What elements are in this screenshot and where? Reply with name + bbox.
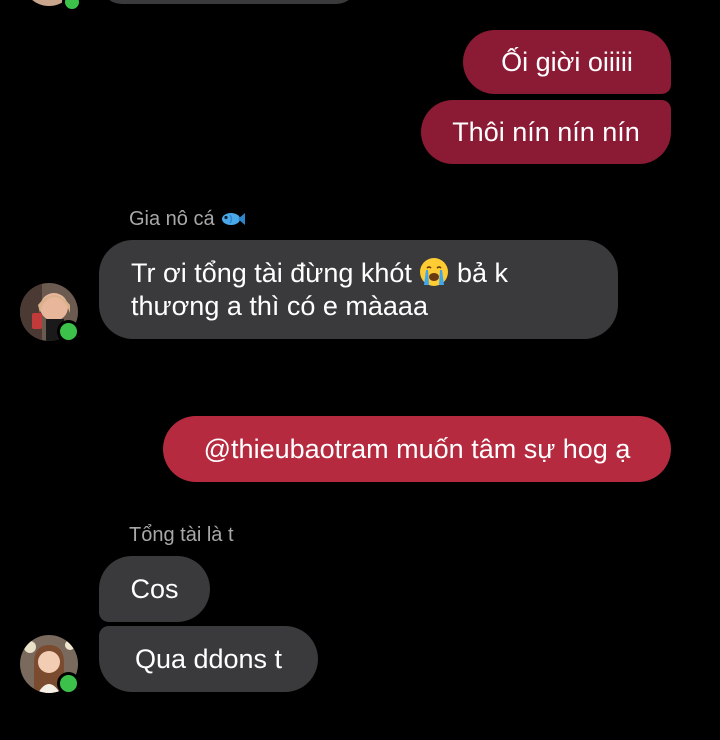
message-text: Ối giời oiiiii	[501, 46, 633, 77]
message-bubble-outgoing[interactable]: Ối giời oiiiii	[463, 30, 671, 94]
message-text: Qua ddons t	[134, 643, 283, 674]
avatar[interactable]	[20, 635, 80, 695]
message-text: Thôi nín nín nín	[452, 116, 640, 147]
message-bubble-incoming[interactable]: Tr ơi tổng tài đừng khót bả k thương a t…	[99, 240, 618, 339]
message-text: Cos	[130, 573, 179, 604]
message-bubble-incoming[interactable]: Cos	[99, 556, 210, 622]
fish-emoji-icon	[221, 213, 245, 225]
message-text-line: Tr ơi tổng tài đừng khót bả k	[131, 258, 508, 288]
message-text-line: thương a thì có e màaaa	[131, 291, 428, 321]
message-bubble-outgoing[interactable]: @thieubaotram muốn tâm sự hog ạ	[163, 416, 671, 482]
message-bubble-outgoing[interactable]: Thôi nín nín nín	[421, 100, 671, 164]
message-bubble-incoming[interactable]: Qua ddons t	[99, 626, 318, 692]
online-indicator	[62, 0, 82, 12]
message-text: @thieubaotram muốn tâm sự hog ạ	[203, 433, 631, 464]
loudly-crying-face-icon	[420, 258, 449, 286]
online-indicator	[57, 672, 80, 695]
sender-name: Gia nô cá	[129, 208, 245, 231]
online-indicator	[57, 320, 80, 343]
message-bubble-incoming-partial[interactable]	[100, 0, 358, 4]
sender-name: Tổng tài là t	[129, 524, 234, 546]
avatar[interactable]	[20, 283, 80, 343]
